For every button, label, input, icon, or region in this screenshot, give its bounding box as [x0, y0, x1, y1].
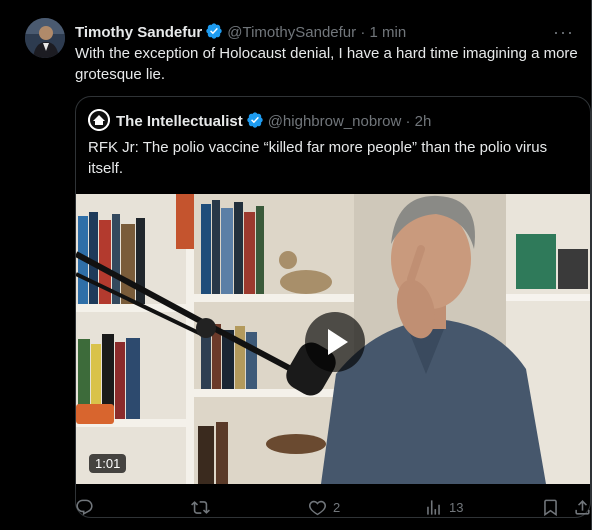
repost-button[interactable] — [191, 496, 210, 518]
repost-icon — [191, 500, 210, 514]
quote-text: RFK Jr: The polio vaccine “killed far mo… — [88, 139, 548, 177]
bookmark-button[interactable] — [541, 496, 560, 518]
views-count: 13 — [449, 499, 464, 515]
tweet-text: With the exception of Holocaust denial, … — [75, 45, 578, 83]
heart-icon — [308, 500, 327, 515]
views-button[interactable]: 13 — [424, 496, 463, 518]
play-button[interactable] — [305, 312, 365, 372]
quote-time[interactable]: · 2h — [406, 113, 432, 130]
like-button[interactable]: 2 — [308, 496, 340, 518]
bookmark-icon — [544, 499, 557, 516]
tweet-time[interactable]: · 1 min — [360, 24, 406, 41]
views-icon — [427, 499, 440, 515]
reply-icon — [76, 499, 93, 515]
author-handle[interactable]: @TimothySandefur — [227, 24, 356, 41]
share-button[interactable] — [573, 496, 592, 518]
quote-author-handle[interactable]: @highbrow_nobrow — [268, 113, 402, 130]
author-name[interactable]: Timothy Sandefur — [75, 24, 202, 41]
quoted-tweet[interactable]: The Intellectualist @highbrow_nobrow · 2h… — [75, 96, 591, 518]
play-icon — [328, 329, 348, 355]
action-bar: 2 13 — [75, 496, 592, 520]
author-avatar[interactable] — [25, 18, 65, 58]
quote-author-avatar[interactable] — [88, 109, 110, 131]
share-icon — [575, 499, 590, 515]
quote-header: The Intellectualist @highbrow_nobrow · 2h — [116, 111, 431, 135]
video-player[interactable]: 1:01 — [76, 194, 590, 484]
tweet-header: Timothy Sandefur @TimothySandefur · 1 min… — [75, 22, 574, 42]
like-count: 2 — [333, 499, 341, 515]
reply-button[interactable] — [75, 496, 94, 518]
verified-badge-icon — [246, 111, 264, 135]
video-duration: 1:01 — [89, 454, 127, 473]
quote-author-name[interactable]: The Intellectualist — [116, 113, 243, 130]
more-options-icon[interactable]: ··· — [553, 22, 574, 42]
